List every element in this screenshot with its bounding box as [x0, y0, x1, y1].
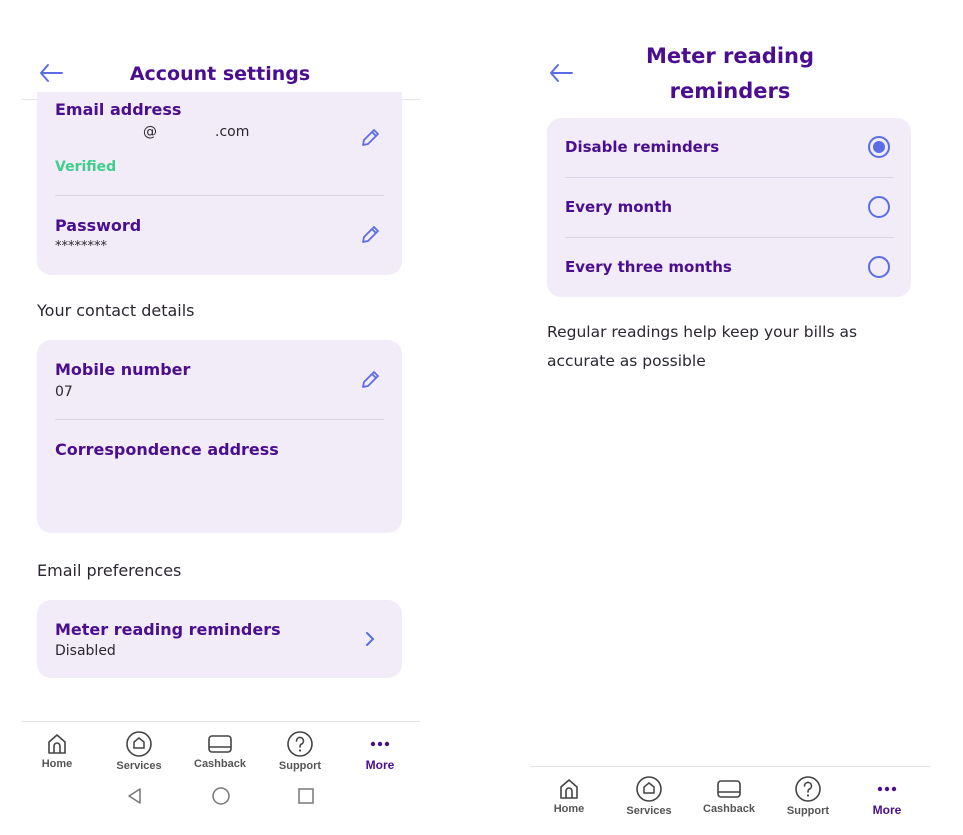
system-back-icon[interactable] [125, 786, 145, 810]
option-label: Every three months [565, 258, 732, 276]
cashback-icon [717, 780, 741, 798]
contact-card: Mobile number 07 Correspondence address [37, 340, 402, 533]
nav-home-label: Home [41, 758, 73, 770]
reminder-note: Regular readings help keep your bills as… [547, 323, 858, 370]
cashback-icon [208, 735, 232, 753]
nav-support[interactable]: Support [265, 730, 335, 772]
nav-more-label: More [365, 758, 395, 772]
address-label: Correspondence address [55, 440, 279, 459]
system-recents-icon[interactable] [296, 786, 316, 810]
email-verified-status: Verified [55, 159, 117, 175]
meter-reminders-screen: Meter reading reminders Disable reminder… [530, 0, 963, 835]
meter-reminders-value: Disabled [55, 643, 116, 659]
nav-support-label: Support [278, 760, 322, 772]
back-arrow-icon[interactable] [38, 62, 64, 84]
more-icon [877, 786, 897, 792]
nav-home[interactable]: Home [534, 777, 604, 815]
contact-details-heading: Your contact details [37, 301, 195, 320]
meter-reminders-label: Meter reading reminders [55, 620, 281, 639]
nav-services-label: Services [626, 805, 672, 817]
page-title-line2: reminders [669, 79, 791, 103]
nav-home-label: Home [553, 803, 585, 815]
reminder-options-card: Disable reminders Every month Every thre… [547, 118, 911, 297]
radio-selected[interactable] [868, 136, 890, 158]
email-preferences-heading: Email preferences [37, 561, 182, 580]
mobile-value: 07 [55, 384, 73, 400]
nav-more[interactable]: More [345, 732, 415, 772]
page-title-line1: Meter reading [645, 44, 815, 68]
nav-home[interactable]: Home [22, 732, 92, 770]
option-disable-reminders[interactable]: Disable reminders [547, 118, 911, 177]
services-icon [636, 776, 662, 802]
password-value: ******** [55, 239, 107, 254]
nav-cashback[interactable]: Cashback [185, 732, 255, 770]
option-label: Every month [565, 198, 673, 216]
support-icon [795, 776, 821, 802]
nav-support-label: Support [786, 805, 830, 817]
home-icon [48, 734, 66, 754]
edit-email-pencil-icon[interactable] [359, 127, 381, 149]
bottom-nav: Home Services Cashback Support More [22, 721, 420, 782]
email-label: Email address [55, 100, 182, 119]
services-icon [126, 731, 152, 757]
support-icon [287, 731, 313, 757]
option-label: Disable reminders [565, 138, 720, 156]
option-every-month[interactable]: Every month [547, 178, 911, 237]
edit-password-pencil-icon[interactable] [359, 224, 381, 246]
radio-unselected[interactable] [868, 196, 890, 218]
meter-reminders-row[interactable]: Meter reading reminders Disabled [37, 600, 402, 678]
mobile-label: Mobile number [55, 360, 191, 379]
account-card: Email address @ .com Verified Password *… [37, 92, 402, 275]
nav-services[interactable]: Services [104, 730, 174, 772]
home-icon [560, 779, 578, 799]
nav-cashback-label: Cashback [703, 803, 755, 815]
nav-cashback-label: Cashback [194, 758, 246, 770]
nav-support[interactable]: Support [773, 775, 843, 817]
more-icon [370, 741, 390, 747]
password-label: Password [55, 216, 142, 235]
account-divider [55, 195, 384, 196]
nav-services[interactable]: Services [614, 775, 684, 817]
email-at: @ [143, 124, 157, 140]
system-home-icon[interactable] [211, 786, 231, 810]
nav-more[interactable]: More [852, 777, 922, 817]
nav-services-label: Services [116, 760, 162, 772]
page-title: Account settings [129, 63, 311, 85]
option-every-three-months[interactable]: Every three months [547, 238, 911, 297]
back-arrow-icon[interactable] [548, 62, 574, 84]
nav-cashback[interactable]: Cashback [694, 777, 764, 815]
chevron-right-icon [364, 630, 376, 652]
nav-more-label: More [872, 803, 902, 817]
radio-unselected[interactable] [868, 256, 890, 278]
contact-divider [55, 419, 384, 420]
bottom-nav: Home Services Cashback Support More [530, 766, 930, 827]
email-domain: .com [215, 124, 250, 140]
account-settings-screen: Account settings Email address @ .com Ve… [0, 0, 440, 835]
edit-mobile-pencil-icon[interactable] [359, 369, 381, 391]
